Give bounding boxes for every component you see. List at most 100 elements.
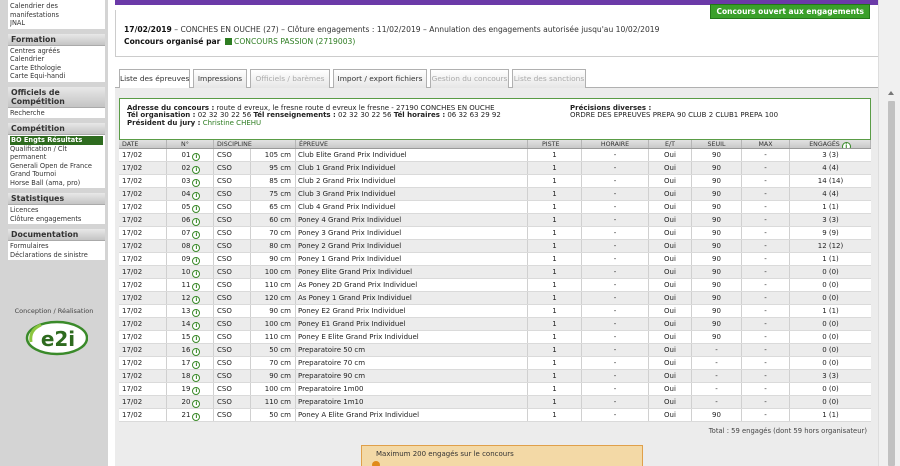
info-icon[interactable]: i [192, 166, 201, 174]
cell-engages[interactable]: 3 (3) [790, 370, 871, 382]
sidebar-item-generali-open[interactable]: Generali Open de France [10, 162, 103, 171]
table-row[interactable]: 17/02 13 i CSO 90 cm Poney E2 Grand Prix Indi… [119, 305, 871, 318]
cell-engages[interactable]: 0 (0) [790, 383, 871, 395]
sidebar-item-carte-equi-handi[interactable]: Carte Équi-handi [10, 72, 103, 81]
col-epreuve[interactable]: ÉPREUVE [296, 140, 528, 148]
info-icon[interactable]: i [192, 387, 201, 395]
table-row[interactable]: 17/02 18 i CSO 90 cm Preparatoire 90 cm 1- Oui -… [119, 370, 871, 383]
tab-impressions[interactable]: Impressions [193, 69, 247, 88]
cell-engages[interactable]: 3 (3) [790, 149, 871, 161]
cell-epreuve[interactable]: As Poney 2D Grand Prix Individuel [296, 279, 528, 291]
cell-epreuve[interactable]: Poney A Elite Grand Prix Individuel [296, 409, 528, 421]
cell-num[interactable]: 12 i [167, 292, 214, 304]
cell-epreuve[interactable]: Club 3 Grand Prix Individuel [296, 188, 528, 200]
table-row[interactable]: 17/02 21 i CSO 50 cm Poney A Elite Grand Prix… [119, 409, 871, 422]
table-row[interactable]: 17/02 10 i CSO 100 cm Poney Elite Grand Prix … [119, 266, 871, 279]
tab-import-export[interactable]: Import / export fichiers [333, 69, 427, 88]
sidebar-item-cloture-engagements[interactable]: Clôture engagements [10, 215, 103, 224]
info-icon[interactable]: i [192, 244, 201, 252]
table-row[interactable]: 17/02 08 i CSO 80 cm Poney 2 Grand Prix Indiv… [119, 240, 871, 253]
info-icon[interactable]: i [192, 400, 201, 408]
scrollbar[interactable] [878, 0, 900, 466]
e2i-logo[interactable]: e2i [25, 320, 88, 356]
cell-num[interactable]: 08 i [167, 240, 214, 252]
table-row[interactable]: 17/02 12 i CSO 120 cm As Poney 1 Grand Prix I… [119, 292, 871, 305]
cell-num[interactable]: 09 i [167, 253, 214, 265]
cell-num[interactable]: 07 i [167, 227, 214, 239]
cell-engages[interactable]: 1 (1) [790, 253, 871, 265]
cell-num[interactable]: 04 i [167, 188, 214, 200]
sidebar-item-grand-tournoi[interactable]: Grand Tournoi [10, 170, 103, 179]
cell-engages[interactable]: 0 (0) [790, 396, 871, 408]
info-icon[interactable]: i [192, 309, 201, 317]
col-max[interactable]: MAX [742, 140, 790, 148]
cell-engages[interactable]: 14 (14) [790, 175, 871, 187]
info-icon[interactable]: i [192, 322, 201, 330]
cell-engages[interactable]: 1 (1) [790, 201, 871, 213]
cell-num[interactable]: 15 i [167, 331, 214, 343]
table-row[interactable]: 17/02 20 i CSO 110 cm Preparatoire 1m10 1- Oui -… [119, 396, 871, 409]
cell-num[interactable]: 19 i [167, 383, 214, 395]
cell-epreuve[interactable]: Preparatoire 90 cm [296, 370, 528, 382]
col-piste[interactable]: PISTE [528, 140, 582, 148]
info-icon[interactable]: i [192, 218, 201, 226]
cell-epreuve[interactable]: Poney 1 Grand Prix Individuel [296, 253, 528, 265]
cell-num[interactable]: 14 i [167, 318, 214, 330]
cell-num[interactable]: 13 i [167, 305, 214, 317]
cell-num[interactable]: 21 i [167, 409, 214, 421]
cell-num[interactable]: 20 i [167, 396, 214, 408]
info-icon[interactable]: i [192, 374, 201, 382]
info-icon[interactable]: i [192, 257, 201, 265]
cell-engages[interactable]: 0 (0) [790, 292, 871, 304]
cell-epreuve[interactable]: As Poney 1 Grand Prix Individuel [296, 292, 528, 304]
cell-engages[interactable]: 1 (1) [790, 305, 871, 317]
cell-epreuve[interactable]: Club Elite Grand Prix Individuel [296, 149, 528, 161]
cell-num[interactable]: 01 i [167, 149, 214, 161]
table-row[interactable]: 17/02 17 i CSO 70 cm Preparatoire 70 cm 1- Oui -… [119, 357, 871, 370]
cell-engages[interactable]: 4 (4) [790, 188, 871, 200]
col-date[interactable]: DATE [119, 140, 167, 148]
info-icon[interactable]: i [192, 192, 201, 200]
cell-engages[interactable]: 0 (0) [790, 279, 871, 291]
table-row[interactable]: 17/02 04 i CSO 75 cm Club 3 Grand Prix Indivi… [119, 188, 871, 201]
cell-num[interactable]: 03 i [167, 175, 214, 187]
table-row[interactable]: 17/02 01 i CSO 105 cm Club Elite Grand Prix I… [119, 149, 871, 162]
info-icon[interactable]: i [192, 335, 201, 343]
cell-num[interactable]: 16 i [167, 344, 214, 356]
organizer-link[interactable]: CONCOURS PASSION (2719003) [234, 37, 355, 46]
sidebar-item-bo-engts-resultats[interactable]: BO Engts Résultats [10, 136, 103, 145]
scrollbar-thumb[interactable] [888, 101, 895, 466]
cell-epreuve[interactable]: Poney E2 Grand Prix Individuel [296, 305, 528, 317]
cell-engages[interactable]: 1 (1) [790, 409, 871, 421]
cell-epreuve[interactable]: Club 1 Grand Prix Individuel [296, 162, 528, 174]
sidebar-item-jnal[interactable]: JNAL [10, 19, 103, 28]
sidebar-item-licences[interactable]: Licences [10, 206, 103, 215]
table-row[interactable]: 17/02 05 i CSO 65 cm Club 4 Grand Prix Indivi… [119, 201, 871, 214]
cell-engages[interactable]: 12 (12) [790, 240, 871, 252]
cell-num[interactable]: 06 i [167, 214, 214, 226]
cell-epreuve[interactable]: Poney 2 Grand Prix Individuel [296, 240, 528, 252]
info-icon[interactable]: i [192, 179, 201, 187]
sidebar-item-qualification[interactable]: Qualification / Clt permanent [10, 145, 103, 162]
cell-num[interactable]: 11 i [167, 279, 214, 291]
table-row[interactable]: 17/02 19 i CSO 100 cm Preparatoire 1m00 1- Oui -… [119, 383, 871, 396]
info-icon[interactable]: i [192, 153, 201, 161]
info-icon[interactable]: i [192, 413, 201, 421]
cell-epreuve[interactable]: Poney E1 Grand Prix Individuel [296, 318, 528, 330]
cell-epreuve[interactable]: Preparatoire 1m10 [296, 396, 528, 408]
cell-engages[interactable]: 0 (0) [790, 357, 871, 369]
cell-epreuve[interactable]: Club 4 Grand Prix Individuel [296, 201, 528, 213]
sidebar-item-carte-ethologie[interactable]: Carte Éthologie [10, 64, 103, 73]
cell-epreuve[interactable]: Poney E Elite Grand Prix Individuel [296, 331, 528, 343]
info-icon[interactable]: i [192, 283, 201, 291]
table-row[interactable]: 17/02 14 i CSO 100 cm Poney E1 Grand Prix Ind… [119, 318, 871, 331]
cell-epreuve[interactable]: Preparatoire 50 cm [296, 344, 528, 356]
info-icon[interactable]: i [841, 142, 851, 148]
info-icon[interactable]: i [192, 231, 201, 239]
table-row[interactable]: 17/02 07 i CSO 70 cm Poney 3 Grand Prix Indiv… [119, 227, 871, 240]
table-row[interactable]: 17/02 16 i CSO 50 cm Preparatoire 50 cm 1- Oui -… [119, 344, 871, 357]
cell-engages[interactable]: 9 (9) [790, 227, 871, 239]
col-num[interactable]: N° [167, 140, 214, 148]
cell-num[interactable]: 10 i [167, 266, 214, 278]
cell-num[interactable]: 05 i [167, 201, 214, 213]
